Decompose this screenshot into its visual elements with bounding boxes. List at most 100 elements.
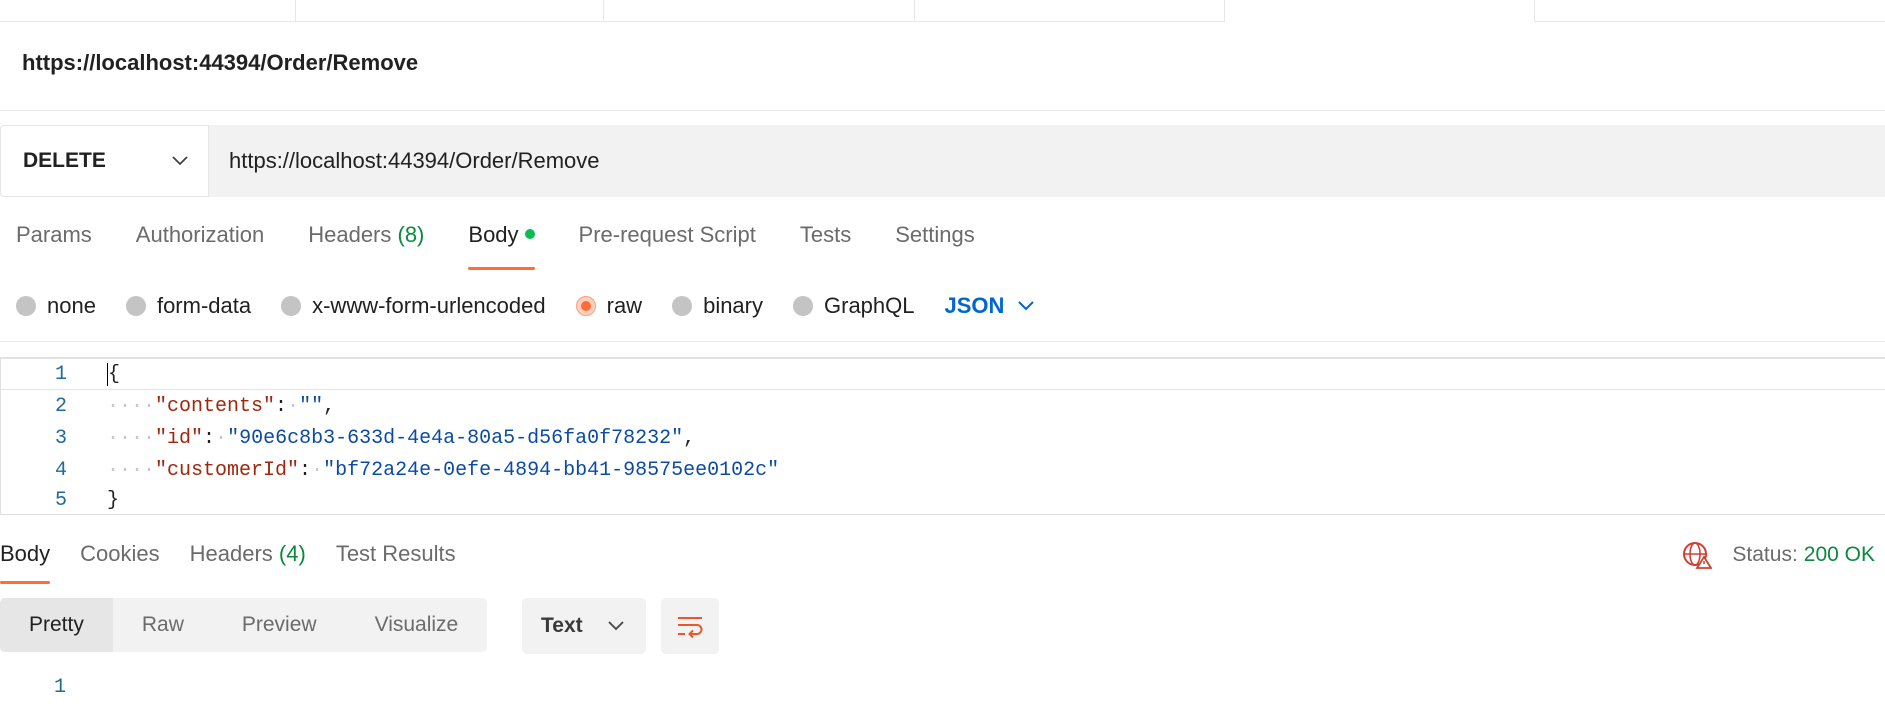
radio-circle-checked <box>575 296 596 316</box>
request-tab[interactable] <box>915 0 1225 22</box>
radio-circle <box>793 296 813 316</box>
tab-settings[interactable]: Settings <box>895 222 975 270</box>
status-label: Status: <box>1732 543 1798 566</box>
radio-label: x-www-form-urlencoded <box>312 293 546 318</box>
radio-form-data[interactable]: form-data <box>125 293 252 319</box>
radio-circle <box>672 296 693 316</box>
url-bar: DELETE <box>0 125 1885 197</box>
response-line-number: 1 <box>53 676 66 699</box>
tab-body[interactable]: Body <box>468 222 535 270</box>
radio-graphql[interactable]: GraphQL <box>793 293 915 319</box>
tab-tests[interactable]: Tests <box>800 222 851 270</box>
tab-authorization[interactable]: Authorization <box>136 222 264 270</box>
view-label: Raw <box>141 613 184 636</box>
radio-label: form-data <box>156 293 252 318</box>
radio-circle <box>125 296 146 316</box>
tab-label: Headers <box>308 222 392 247</box>
line-number: 2 <box>54 394 67 418</box>
method-label: DELETE <box>23 149 106 172</box>
request-tab[interactable] <box>1535 0 1885 22</box>
json-value: "90e6c8b3-633d-4e4a-80a5-d56fa0f78232" <box>227 426 684 450</box>
code-text: ····"contents":·"", <box>107 394 336 418</box>
tab-label: Settings <box>895 222 975 247</box>
radio-x-www-form-urlencoded[interactable]: x-www-form-urlencoded <box>281 293 546 319</box>
tab-label: Pre-request Script <box>578 222 756 247</box>
line-number: 4 <box>54 458 67 482</box>
tab-label: Body <box>468 222 519 247</box>
response-view-selector: Pretty Raw Preview Visualize <box>0 598 488 652</box>
divider <box>0 341 1885 342</box>
code-line: 1 { <box>1 358 1885 390</box>
response-tab-test-results[interactable]: Test Results <box>336 541 456 584</box>
view-label: Preview <box>241 613 317 636</box>
json-key: "contents" <box>155 394 276 418</box>
headers-count: (4) <box>278 541 306 566</box>
headers-count: (8) <box>397 222 425 247</box>
radio-binary[interactable]: binary <box>672 293 763 319</box>
modified-dot-icon <box>524 229 535 240</box>
code-line: 2 ····"contents":·"", <box>1 390 1885 422</box>
radio-none[interactable]: none <box>16 293 96 319</box>
tab-headers[interactable]: Headers (8) <box>308 222 424 270</box>
request-title[interactable]: https://localhost:44394/Order/Remove <box>22 50 418 76</box>
radio-raw[interactable]: raw <box>575 293 643 319</box>
format-dropdown[interactable]: Text <box>522 598 646 654</box>
request-tabs: Params Authorization Headers (8) Body Pr… <box>16 222 1019 270</box>
view-pretty[interactable]: Pretty <box>0 598 113 652</box>
method-dropdown[interactable]: DELETE <box>0 125 209 197</box>
code-text: { <box>107 362 121 386</box>
radio-label: binary <box>703 293 763 318</box>
radio-label: GraphQL <box>824 293 915 318</box>
code-line: 5 } <box>1 486 1885 514</box>
response-status: Status: 200 OK <box>1682 541 1875 569</box>
response-tabs: Body Cookies Headers (4) Test Results <box>0 541 486 584</box>
radio-label: none <box>47 293 96 318</box>
tab-label: Cookies <box>80 541 160 566</box>
radio-label: raw <box>606 293 643 318</box>
request-tab[interactable] <box>604 0 915 22</box>
response-tab-headers[interactable]: Headers (4) <box>190 541 306 584</box>
body-type-selector: none form-data x-www-form-urlencoded raw… <box>16 292 1035 320</box>
code-text: ····"id":·"90e6c8b3-633d-4e4a-80a5-d56fa… <box>107 426 696 450</box>
request-tab[interactable] <box>296 0 604 22</box>
tab-label: Params <box>16 222 92 247</box>
radio-circle <box>16 296 36 316</box>
line-number: 3 <box>54 426 67 450</box>
status-value[interactable]: 200 OK <box>1804 543 1875 567</box>
language-dropdown[interactable]: JSON <box>945 293 1035 319</box>
response-tab-cookies[interactable]: Cookies <box>80 541 159 584</box>
request-tab-strip <box>0 0 1885 23</box>
view-visualize[interactable]: Visualize <box>346 598 488 652</box>
tab-params[interactable]: Params <box>16 222 92 270</box>
wrap-lines-icon <box>678 617 703 638</box>
view-label: Pretty <box>29 613 84 636</box>
tab-label: Authorization <box>135 222 265 247</box>
url-input[interactable] <box>209 125 1885 197</box>
line-number: 1 <box>54 362 67 386</box>
tab-label: Body <box>0 541 51 566</box>
line-number: 5 <box>54 488 67 512</box>
wrap-lines-button[interactable] <box>661 598 719 654</box>
view-label: Visualize <box>374 613 459 636</box>
response-tab-body[interactable]: Body <box>0 541 51 584</box>
format-label: Text <box>541 614 583 637</box>
globe-error-icon[interactable] <box>1682 541 1713 569</box>
chevron-down-icon <box>608 621 624 631</box>
view-preview[interactable]: Preview <box>213 598 346 652</box>
radio-circle <box>281 296 302 316</box>
tab-label: Tests <box>799 222 852 247</box>
divider <box>0 110 1885 111</box>
language-label: JSON <box>944 293 1005 318</box>
json-value: "" <box>299 394 324 418</box>
request-tab[interactable] <box>0 0 296 22</box>
code-text: ····"customerId":·"bf72a24e-0efe-4894-bb… <box>107 458 780 482</box>
request-tab-active[interactable] <box>1225 0 1535 23</box>
view-raw[interactable]: Raw <box>113 598 213 652</box>
code-line: 3 ····"id":·"90e6c8b3-633d-4e4a-80a5-d56… <box>1 422 1885 454</box>
body-code-editor[interactable]: 1 { 2 ····"contents":·"", 3 ····"id":·"9… <box>0 357 1885 515</box>
tab-prerequest-script[interactable]: Pre-request Script <box>579 222 756 270</box>
tab-label: Test Results <box>335 541 456 566</box>
chevron-down-icon <box>1018 301 1035 311</box>
code-line: 4 ····"customerId":·"bf72a24e-0efe-4894-… <box>1 454 1885 486</box>
json-key: "id" <box>155 426 204 450</box>
